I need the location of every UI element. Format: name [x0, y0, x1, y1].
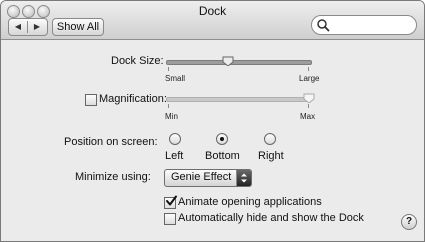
autohide-checkbox[interactable]	[164, 213, 176, 225]
minimize-effect-popup[interactable]: Genie Effect	[164, 169, 252, 187]
magnification-checkbox[interactable]	[85, 94, 97, 106]
magnification-min-label: Min	[165, 112, 178, 121]
show-all-button[interactable]: Show All	[52, 18, 104, 36]
position-right-label: Right	[258, 150, 284, 162]
search-icon	[317, 19, 330, 32]
dock-size-tick-max	[308, 67, 309, 71]
animate-checkbox[interactable]	[164, 195, 177, 209]
forward-button[interactable]: ▶	[28, 19, 46, 35]
position-bottom-label: Bottom	[205, 150, 240, 162]
dock-size-slider-thumb[interactable]	[222, 56, 234, 66]
toolbar: Dock ◀ ▶ Show All	[1, 1, 424, 40]
dock-size-slider[interactable]	[166, 60, 312, 65]
preferences-window: Dock ◀ ▶ Show All Dock Size: Small Large…	[0, 0, 425, 242]
radio-selected-dot	[220, 137, 224, 141]
magnification-tick-min	[168, 104, 169, 108]
preferences-pane: Dock Size: Small Large Magnification: Mi…	[1, 40, 424, 241]
magnification-slider[interactable]	[166, 97, 312, 102]
magnification-max-label: Max	[300, 112, 316, 121]
magnification-tick-max	[308, 104, 309, 108]
position-bottom-radio[interactable]	[216, 133, 228, 145]
minimize-effect-value: Genie Effect	[171, 171, 232, 183]
checkmark-icon	[166, 195, 177, 206]
minimize-label: Minimize using:	[75, 171, 151, 183]
position-left-radio[interactable]	[169, 133, 181, 145]
back-button[interactable]: ◀	[9, 19, 27, 35]
search-field[interactable]	[311, 15, 417, 35]
dock-size-tick-min	[168, 67, 169, 71]
magnification-slider-thumb[interactable]	[303, 93, 315, 103]
magnification-label: Magnification:	[99, 93, 167, 105]
help-button[interactable]: ?	[401, 214, 417, 230]
position-label: Position on screen:	[64, 136, 158, 148]
back-forward-control: ◀ ▶	[8, 18, 48, 36]
autohide-label: Automatically hide and show the Dock	[178, 212, 364, 224]
dock-size-max-label: Large	[299, 74, 320, 83]
animate-label: Animate opening applications	[178, 196, 322, 208]
position-right-radio[interactable]	[264, 133, 276, 145]
dock-size-min-label: Small	[165, 74, 186, 83]
dock-size-label: Dock Size:	[111, 55, 164, 67]
popup-arrows-icon	[236, 170, 251, 186]
position-left-label: Left	[165, 150, 184, 162]
